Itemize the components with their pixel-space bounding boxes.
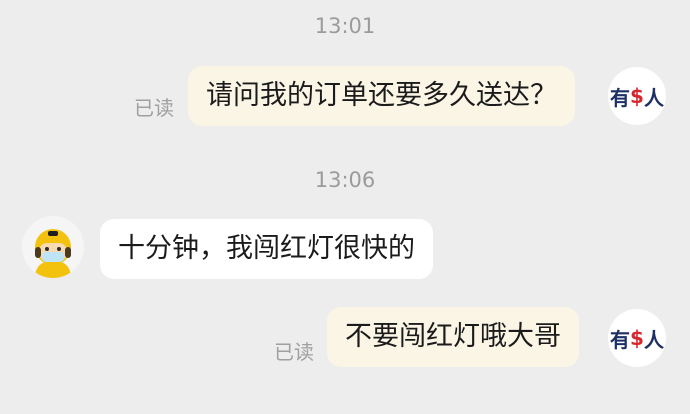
chat-window: 13:01 已读 请问我的订单还要多久送达？ 有 $ 人 13:06 十分钟，我闯红… bbox=[0, 0, 690, 414]
user-avatar[interactable]: 有 $ 人 bbox=[608, 67, 666, 125]
message-bubble-incoming[interactable]: 十分钟，我闯红灯很快的 bbox=[100, 219, 433, 279]
avatar-text-part2: 人 bbox=[643, 327, 664, 352]
read-receipt: 已读 bbox=[134, 96, 174, 120]
avatar-text-part1: 有 bbox=[610, 327, 631, 352]
user-avatar[interactable]: 有 $ 人 bbox=[608, 309, 666, 367]
rider-avatar-graphic bbox=[22, 216, 84, 278]
message-bubble-outgoing[interactable]: 不要闯红灯哦大哥 bbox=[327, 307, 579, 367]
avatar-text-part1: 有 bbox=[610, 85, 631, 110]
avatar-text-part2: 人 bbox=[643, 85, 664, 110]
read-receipt: 已读 bbox=[274, 340, 314, 364]
timestamp: 13:01 bbox=[314, 14, 376, 38]
avatar-dollar-symbol: $ bbox=[630, 326, 644, 350]
delivery-rider-icon[interactable] bbox=[22, 216, 84, 278]
message-bubble-outgoing[interactable]: 请问我的订单还要多久送达？ bbox=[188, 66, 575, 126]
timestamp: 13:06 bbox=[314, 168, 376, 192]
avatar-dollar-symbol: $ bbox=[630, 84, 644, 108]
